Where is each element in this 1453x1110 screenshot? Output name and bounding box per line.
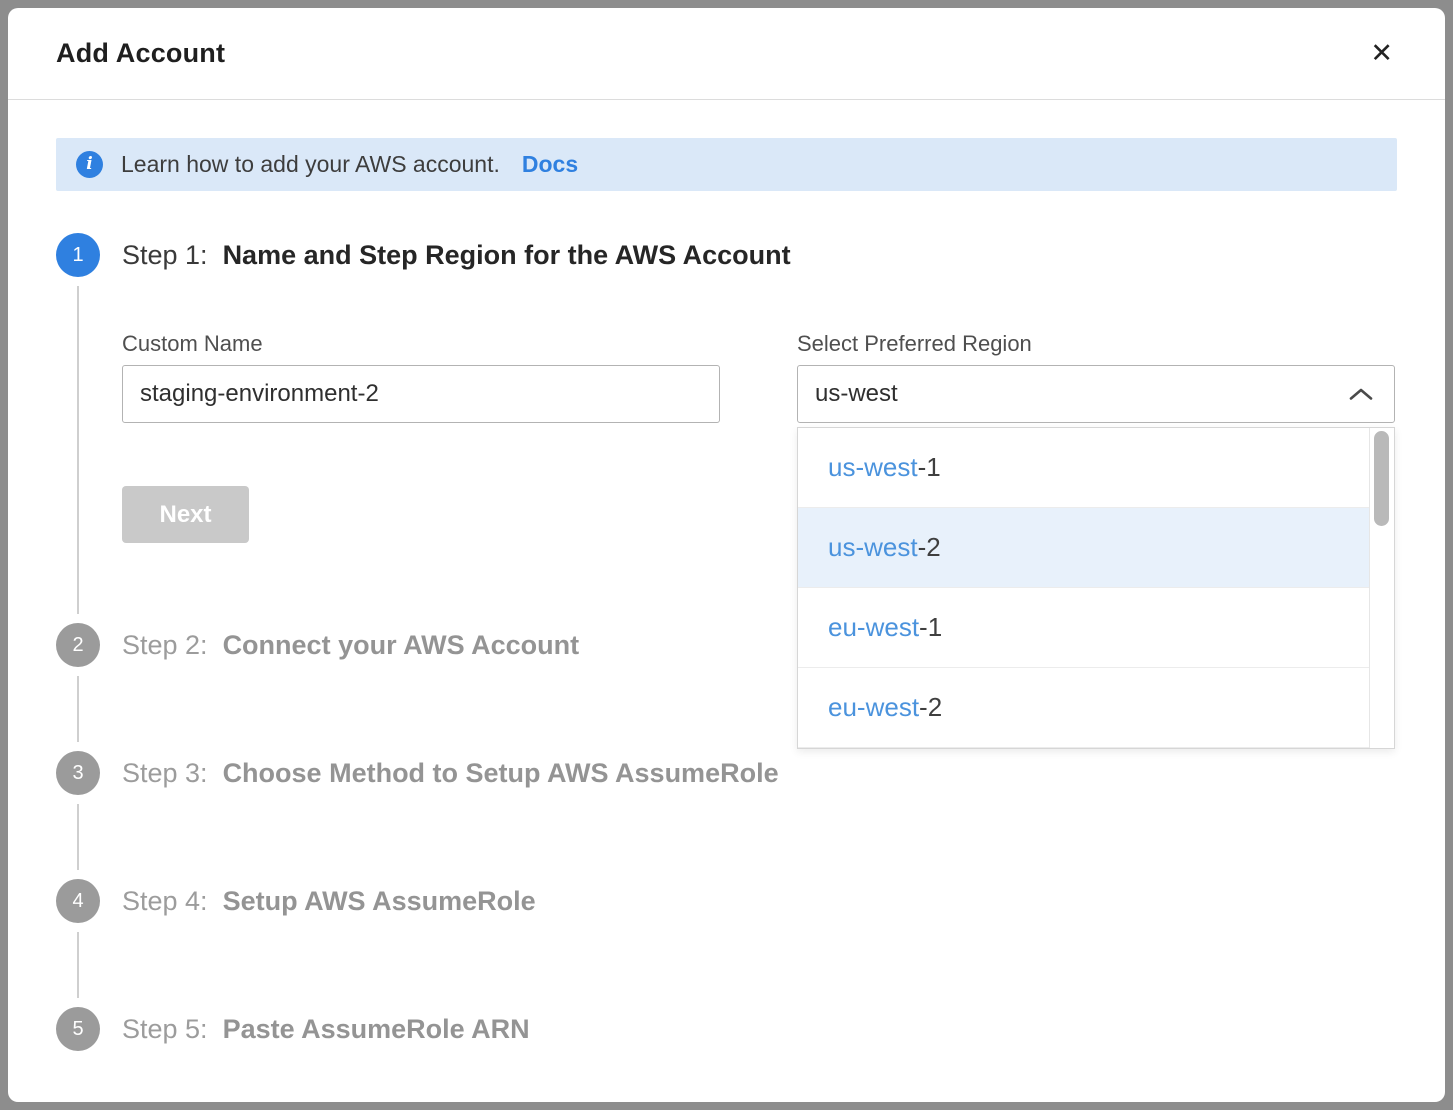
region-option-us-west-1[interactable]: us-west-1 <box>798 428 1394 508</box>
step-5: 5 Step 5: Paste AssumeRole ARN <box>56 1007 1397 1091</box>
step-4-prefix: Step 4: <box>122 886 208 917</box>
step-1-heading: Step 1: Name and Step Region for the AWS… <box>122 233 1397 277</box>
modal-header: Add Account ✕ <box>8 8 1445 100</box>
add-account-modal: Add Account ✕ i Learn how to add your AW… <box>8 8 1445 1102</box>
step-connector <box>77 676 79 742</box>
region-select-value: us-west <box>815 380 898 408</box>
step-1-prefix: Step 1: <box>122 240 208 271</box>
docs-link[interactable]: Docs <box>522 151 578 178</box>
region-dropdown-panel: us-west-1 us-west-2 eu-west-1 <box>797 427 1395 749</box>
region-select[interactable]: us-west <box>797 365 1395 423</box>
step-3-title: Choose Method to Setup AWS AssumeRole <box>223 758 779 789</box>
step-4: 4 Step 4: Setup AWS AssumeRole <box>56 879 1397 1007</box>
banner-text: Learn how to add your AWS account. <box>121 151 500 178</box>
step-4-rail: 4 <box>56 879 100 1007</box>
custom-name-input[interactable] <box>122 365 720 423</box>
modal-title: Add Account <box>56 38 225 69</box>
step-4-heading: Step 4: Setup AWS AssumeRole <box>122 879 1397 923</box>
dropdown-scrollbar-thumb[interactable] <box>1374 431 1389 526</box>
stepper: 1 Step 1: Name and Step Region for the A… <box>56 233 1397 1091</box>
region-option-us-west-2[interactable]: us-west-2 <box>798 508 1394 588</box>
step-3-heading: Step 3: Choose Method to Setup AWS Assum… <box>122 751 1397 795</box>
step-1-form: Custom Name Select Preferred Region us-w… <box>122 331 1397 423</box>
step-3-rail: 3 <box>56 751 100 879</box>
modal-content: i Learn how to add your AWS account. Doc… <box>8 138 1445 1091</box>
step-1-title: Name and Step Region for the AWS Account <box>223 240 791 271</box>
info-icon: i <box>76 151 103 178</box>
step-5-indicator: 5 <box>56 1007 100 1051</box>
step-5-title: Paste AssumeRole ARN <box>223 1014 530 1045</box>
step-2-title: Connect your AWS Account <box>223 630 580 661</box>
step-2-indicator: 2 <box>56 623 100 667</box>
step-3-indicator: 3 <box>56 751 100 795</box>
dropdown-scrollbar-track <box>1369 428 1394 748</box>
step-connector <box>77 286 79 614</box>
step-1-rail: 1 <box>56 233 100 623</box>
next-button[interactable]: Next <box>122 486 249 543</box>
step-4-indicator: 4 <box>56 879 100 923</box>
step-1-indicator: 1 <box>56 233 100 277</box>
step-5-rail: 5 <box>56 1007 100 1091</box>
step-connector <box>77 804 79 870</box>
chevron-up-icon <box>1348 387 1374 402</box>
step-3-prefix: Step 3: <box>122 758 208 789</box>
custom-name-label: Custom Name <box>122 331 720 357</box>
step-5-prefix: Step 5: <box>122 1014 208 1045</box>
region-option-eu-west-2[interactable]: eu-west-2 <box>798 668 1394 748</box>
step-5-heading: Step 5: Paste AssumeRole ARN <box>122 1007 1397 1051</box>
step-3: 3 Step 3: Choose Method to Setup AWS Ass… <box>56 751 1397 879</box>
region-option-eu-west-1[interactable]: eu-west-1 <box>798 588 1394 668</box>
region-label: Select Preferred Region <box>797 331 1395 357</box>
step-4-title: Setup AWS AssumeRole <box>223 886 536 917</box>
step-1: 1 Step 1: Name and Step Region for the A… <box>56 233 1397 623</box>
info-banner: i Learn how to add your AWS account. Doc… <box>56 138 1397 191</box>
close-button[interactable]: ✕ <box>1366 36 1397 71</box>
step-2-prefix: Step 2: <box>122 630 208 661</box>
step-2-rail: 2 <box>56 623 100 751</box>
close-icon: ✕ <box>1370 38 1393 68</box>
step-connector <box>77 932 79 998</box>
